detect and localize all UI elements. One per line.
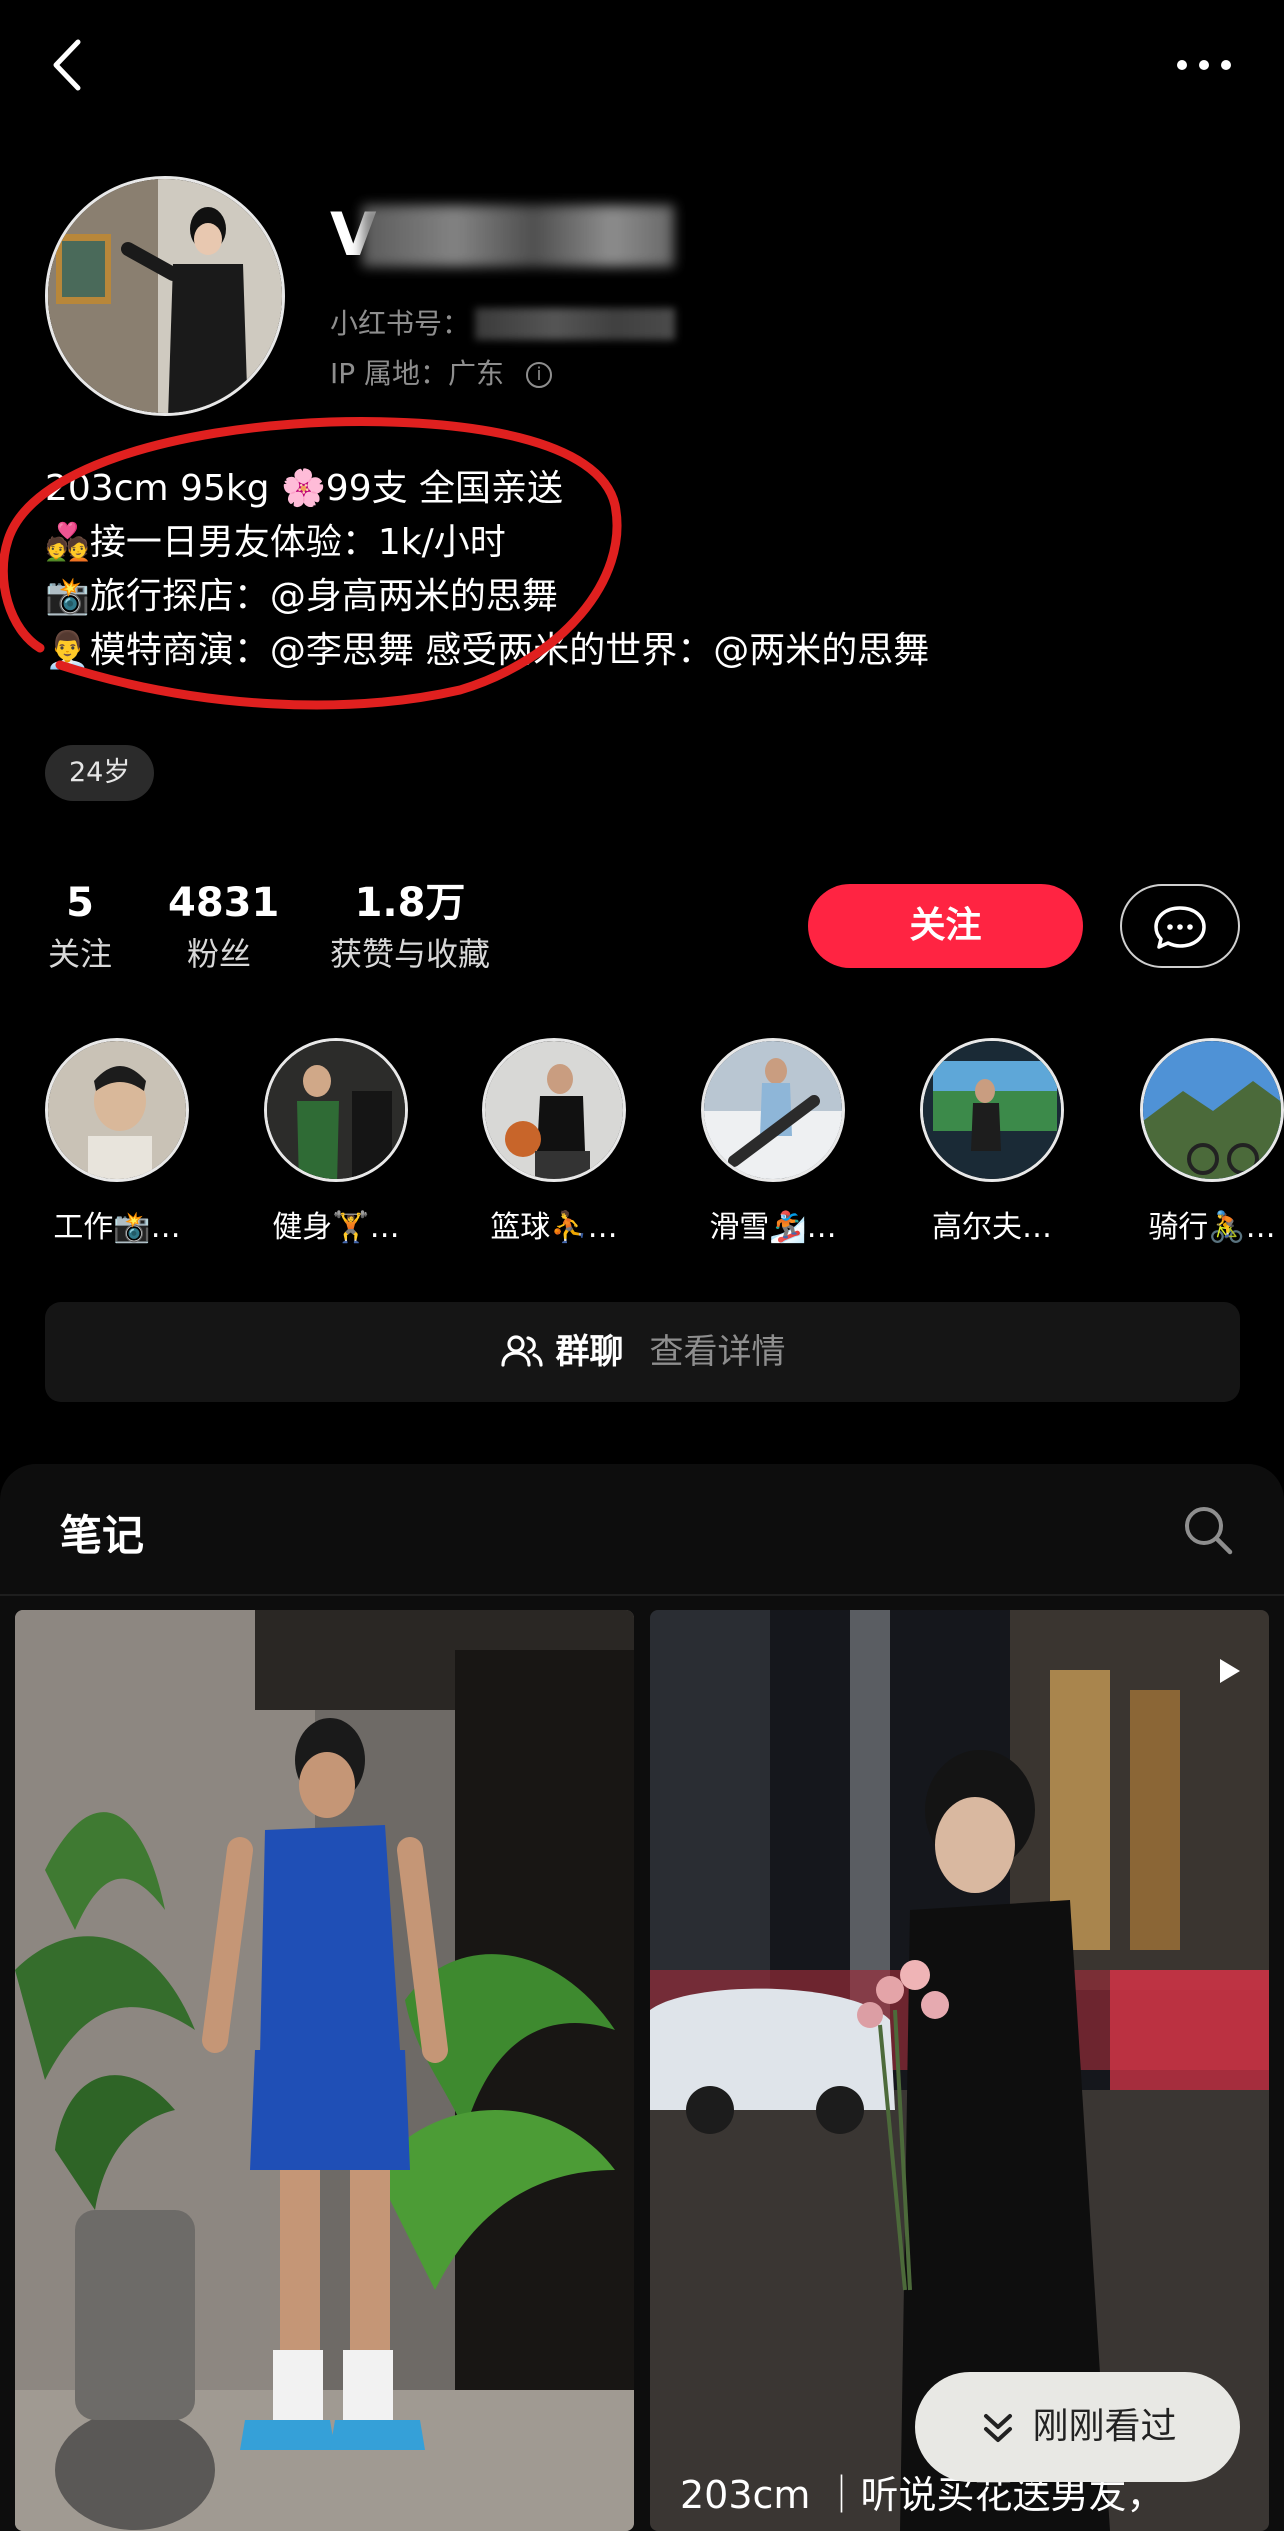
highlight-label: 骑行🚴… xyxy=(1148,1210,1276,1245)
highlight-label: 滑雪🏂… xyxy=(709,1210,837,1245)
stat-label: 粉丝 xyxy=(186,935,251,973)
ip-label: IP 属地：广东 xyxy=(330,357,505,390)
highlight-work[interactable]: 工作📸… xyxy=(45,1038,189,1246)
info-icon[interactable]: i xyxy=(526,362,553,388)
bio: 203cm 95kg 🌸99支 全国亲送 💑接一日男友体验：1k/小时 📸旅行探… xyxy=(45,462,929,678)
more-dots-icon xyxy=(1177,60,1231,70)
stat-followers[interactable]: 4831 粉丝 xyxy=(168,878,280,980)
message-button[interactable] xyxy=(1120,884,1240,968)
highlight-fitness[interactable]: 健身🏋️… xyxy=(264,1038,408,1246)
top-bar xyxy=(0,0,1284,140)
highlight-label: 篮球⛹️… xyxy=(490,1210,618,1245)
highlight-cover xyxy=(45,1038,189,1182)
chat-bubble-icon xyxy=(1154,906,1206,949)
group-chat-bar[interactable]: 群聊 查看详情 xyxy=(45,1302,1240,1402)
age-badge: 24岁 xyxy=(45,745,155,801)
highlight-cover xyxy=(1140,1038,1284,1182)
stat-label: 获赞与收藏 xyxy=(329,935,490,973)
highlight-golf[interactable]: 高尔夫… xyxy=(920,1038,1064,1246)
play-icon xyxy=(1220,1659,1240,1683)
group-users-icon xyxy=(500,1334,543,1367)
stat-following[interactable]: 5 关注 xyxy=(45,878,115,980)
search-icon xyxy=(1185,1507,1233,1555)
more-button[interactable] xyxy=(1164,40,1244,90)
note-cover-image xyxy=(15,1610,634,2531)
avatar[interactable] xyxy=(45,176,285,416)
highlight-skiing[interactable]: 滑雪🏂… xyxy=(701,1038,845,1246)
follow-button[interactable]: 关注 xyxy=(808,884,1083,968)
back-button[interactable] xyxy=(40,30,100,100)
avatar-photo xyxy=(48,179,282,413)
stat-label: 关注 xyxy=(47,935,112,973)
redbook-id-label: 小红书号： xyxy=(330,307,471,340)
notes-search-button[interactable] xyxy=(1180,1502,1236,1558)
highlight-cover xyxy=(920,1038,1064,1182)
divider xyxy=(0,1594,1284,1596)
name-redaction xyxy=(362,205,674,267)
ip-location: IP 属地：广东 i xyxy=(330,352,553,392)
highlight-label: 工作📸… xyxy=(53,1210,181,1245)
back-chevron-icon xyxy=(53,39,81,91)
highlight-cover xyxy=(701,1038,845,1182)
note-card[interactable] xyxy=(15,1610,634,2531)
highlight-cover xyxy=(482,1038,626,1182)
bio-line[interactable]: 📸旅行探店：@身高两米的思舞 xyxy=(45,570,929,624)
group-chat-details-link[interactable]: 查看详情 xyxy=(650,1332,786,1372)
recently-viewed-button[interactable]: 刚刚看过 xyxy=(915,2372,1240,2482)
stat-value: 1.8万 xyxy=(354,880,466,926)
highlight-label: 高尔夫… xyxy=(932,1210,1052,1245)
highlight-label: 健身🏋️… xyxy=(272,1210,400,1245)
bio-line: 💑接一日男友体验：1k/小时 xyxy=(45,522,506,563)
tab-notes[interactable]: 笔记 xyxy=(60,1502,144,1563)
stat-value: 5 xyxy=(66,880,94,926)
stat-value: 4831 xyxy=(168,880,280,926)
stat-likes[interactable]: 1.8万 获赞与收藏 xyxy=(320,878,500,980)
group-chat-title: 群聊 xyxy=(555,1332,624,1372)
bio-line: 203cm 95kg 🌸99支 全国亲送 xyxy=(45,468,564,509)
bio-line[interactable]: 👨‍💼模特商演：@李思舞 感受两米的世界：@两米的思舞 xyxy=(45,624,929,678)
highlight-cover xyxy=(264,1038,408,1182)
highlight-basketball[interactable]: 篮球⛹️… xyxy=(482,1038,626,1246)
double-chevron-down-icon xyxy=(984,2414,1013,2442)
highlight-cycling[interactable]: 骑行🚴… xyxy=(1140,1038,1284,1246)
recently-viewed-label: 刚刚看过 xyxy=(1032,2406,1177,2447)
id-redaction xyxy=(475,308,675,340)
